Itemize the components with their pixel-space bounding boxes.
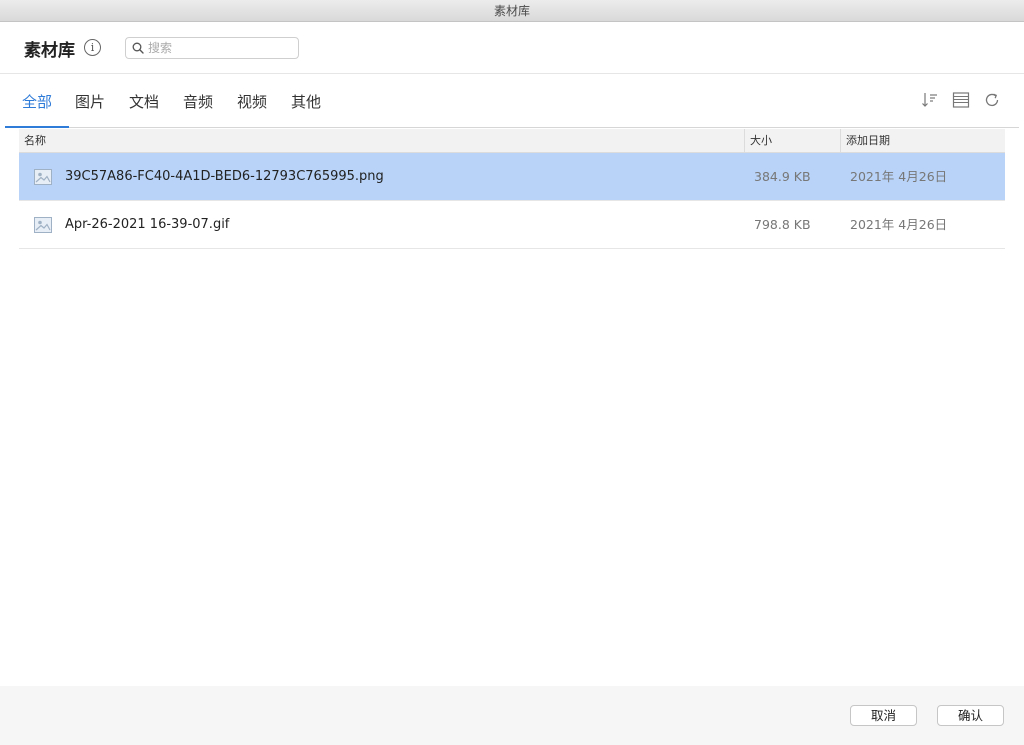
- list-view-icon[interactable]: [951, 90, 971, 110]
- header: 素材库 i: [0, 22, 1024, 74]
- search-box[interactable]: [125, 37, 299, 59]
- file-size: 798.8 KB: [754, 217, 811, 232]
- dialog-footer: 取消 确认: [0, 686, 1024, 745]
- table-header: 名称 大小 添加日期: [19, 129, 1005, 153]
- file-name: 39C57A86-FC40-4A1D-BED6-12793C765995.png: [65, 169, 384, 184]
- cancel-button[interactable]: 取消: [850, 705, 917, 726]
- tab-other[interactable]: 其他: [291, 91, 321, 112]
- category-tabs: 全部 图片 文档 音频 视频 其他: [5, 74, 1019, 128]
- window-titlebar: 素材库: [0, 0, 1024, 22]
- window-title: 素材库: [493, 4, 530, 18]
- image-file-icon: [34, 217, 52, 233]
- column-header-date[interactable]: 添加日期: [840, 129, 1005, 153]
- refresh-icon[interactable]: [982, 90, 1002, 110]
- tab-audio[interactable]: 音频: [183, 91, 213, 112]
- tab-documents[interactable]: 文档: [129, 91, 159, 112]
- column-header-name[interactable]: 名称: [19, 129, 744, 153]
- sort-icon[interactable]: [920, 90, 940, 110]
- image-file-icon: [34, 169, 52, 185]
- asset-table: 名称 大小 添加日期 39C57A86-FC40-4A1D-BED6-12793…: [19, 129, 1005, 249]
- tab-images[interactable]: 图片: [75, 91, 105, 112]
- tab-video[interactable]: 视频: [237, 91, 267, 112]
- table-row[interactable]: Apr-26-2021 16-39-07.gif 798.8 KB 2021年 …: [19, 201, 1005, 249]
- file-date: 2021年 4月26日: [850, 217, 948, 232]
- file-date: 2021年 4月26日: [850, 169, 948, 184]
- column-header-size[interactable]: 大小: [744, 129, 840, 153]
- confirm-button[interactable]: 确认: [937, 705, 1004, 726]
- search-input[interactable]: [148, 40, 294, 56]
- tab-all[interactable]: 全部: [22, 91, 52, 112]
- search-icon: [132, 42, 144, 54]
- file-name: Apr-26-2021 16-39-07.gif: [65, 217, 230, 232]
- page-title: 素材库: [24, 41, 75, 61]
- table-row[interactable]: 39C57A86-FC40-4A1D-BED6-12793C765995.png…: [19, 153, 1005, 201]
- info-icon[interactable]: i: [84, 39, 101, 56]
- active-tab-indicator: [5, 126, 69, 128]
- file-size: 384.9 KB: [754, 169, 811, 184]
